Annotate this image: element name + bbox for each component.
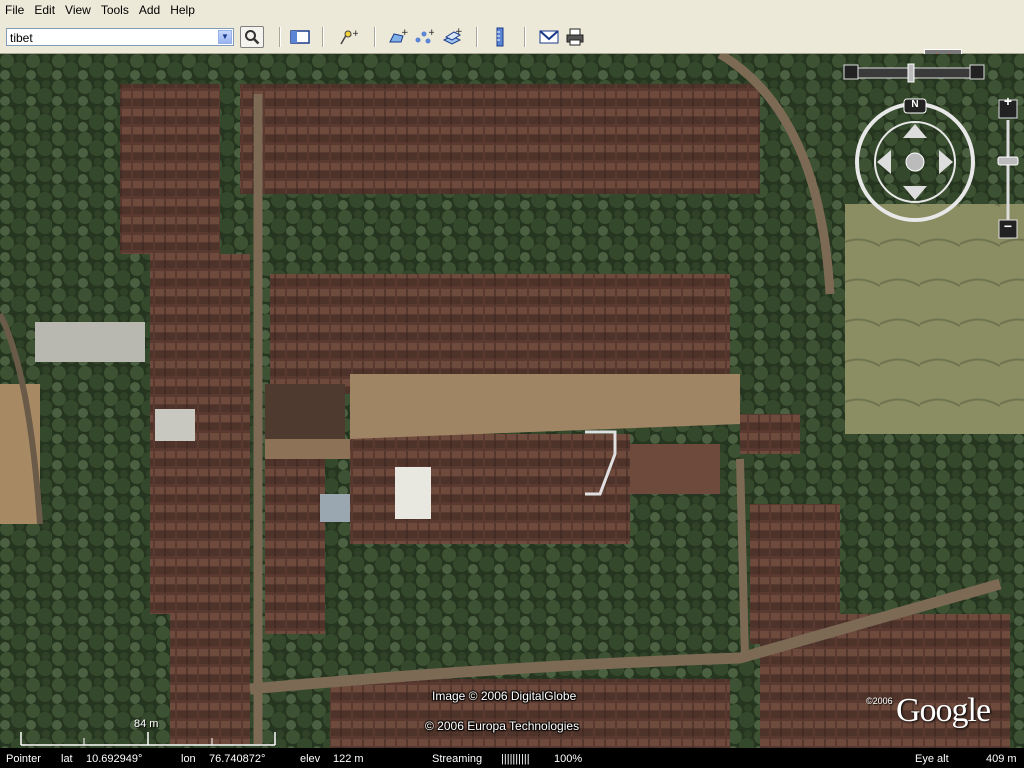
streaming-percent: 100% [554,753,583,765]
streaming-label: Streaming [432,753,483,765]
ruler-icon [496,27,504,47]
elev-label: elev [300,753,321,765]
scale-bar [20,732,276,746]
sidebar-toggle-button[interactable] [288,26,312,48]
scale-label: 84 m [134,718,159,730]
menu-bar: File Edit View Tools Add Help [0,0,1024,19]
polygon-icon: + [389,28,408,43]
magnifier-icon [245,30,260,45]
menu-add[interactable]: Add [134,3,165,17]
menu-edit[interactable]: Edit [29,3,60,17]
path-icon: + [415,28,434,44]
toolbar-separator [322,27,324,47]
sidebar-icon [290,30,310,44]
svg-text:+: + [455,28,462,37]
streaming-bars: |||||||||| [501,753,530,765]
add-path-button[interactable]: + [412,26,436,48]
lon-value: 76.740872° [209,753,266,765]
map-viewport[interactable]: N + − [0,54,1024,748]
copyright-year: ©2006 [866,696,893,706]
europa-credit: © 2006 Europa Technologies [425,719,580,733]
email-button[interactable] [537,26,561,48]
svg-text:+: + [401,28,408,38]
toolbar-separator [524,27,526,47]
google-logo: Google [896,692,991,729]
add-overlay-button[interactable]: + [440,26,464,48]
pointer-label: Pointer [6,753,41,765]
toolbar-separator [476,27,478,47]
status-bar: Pointer lat 10.692949° lon 76.740872° el… [0,748,1024,768]
lat-label: lat [61,753,73,765]
navigation-control[interactable] [840,62,1020,242]
svg-text:+: + [352,29,358,39]
search-button[interactable] [240,26,264,48]
printer-icon [566,28,584,46]
print-button[interactable] [563,26,587,48]
dropdown-arrow-icon[interactable]: ▼ [218,30,232,44]
lon-label: lon [181,753,196,765]
toolbar-separator [374,27,376,47]
search-combobox[interactable]: ▼ [6,28,234,47]
image-overlay-icon: + [442,28,462,45]
toolbar-separator [279,27,281,47]
zoom-out-icon[interactable]: − [999,217,1017,235]
ruler-button[interactable] [488,26,512,48]
svg-text:+: + [428,28,434,38]
menu-view[interactable]: View [60,3,96,17]
imagery-credit: Image © 2006 DigitalGlobe [432,689,577,703]
lat-value: 10.692949° [86,753,143,765]
north-button[interactable]: N [904,98,926,112]
menu-file[interactable]: File [0,3,29,17]
menu-help[interactable]: Help [165,3,200,17]
menu-tools[interactable]: Tools [96,3,134,17]
add-polygon-button[interactable]: + [386,26,410,48]
email-icon [539,30,559,44]
toolbar: ▼ + + + [0,19,1024,73]
add-placemark-button[interactable]: + [336,26,360,48]
placemark-icon: + [340,29,358,45]
elev-value: 122 m [333,753,364,765]
eye-alt-value: 409 m [986,753,1017,765]
search-input[interactable] [7,29,213,47]
eye-alt-label: Eye alt [915,753,949,765]
zoom-in-icon[interactable]: + [999,92,1017,110]
